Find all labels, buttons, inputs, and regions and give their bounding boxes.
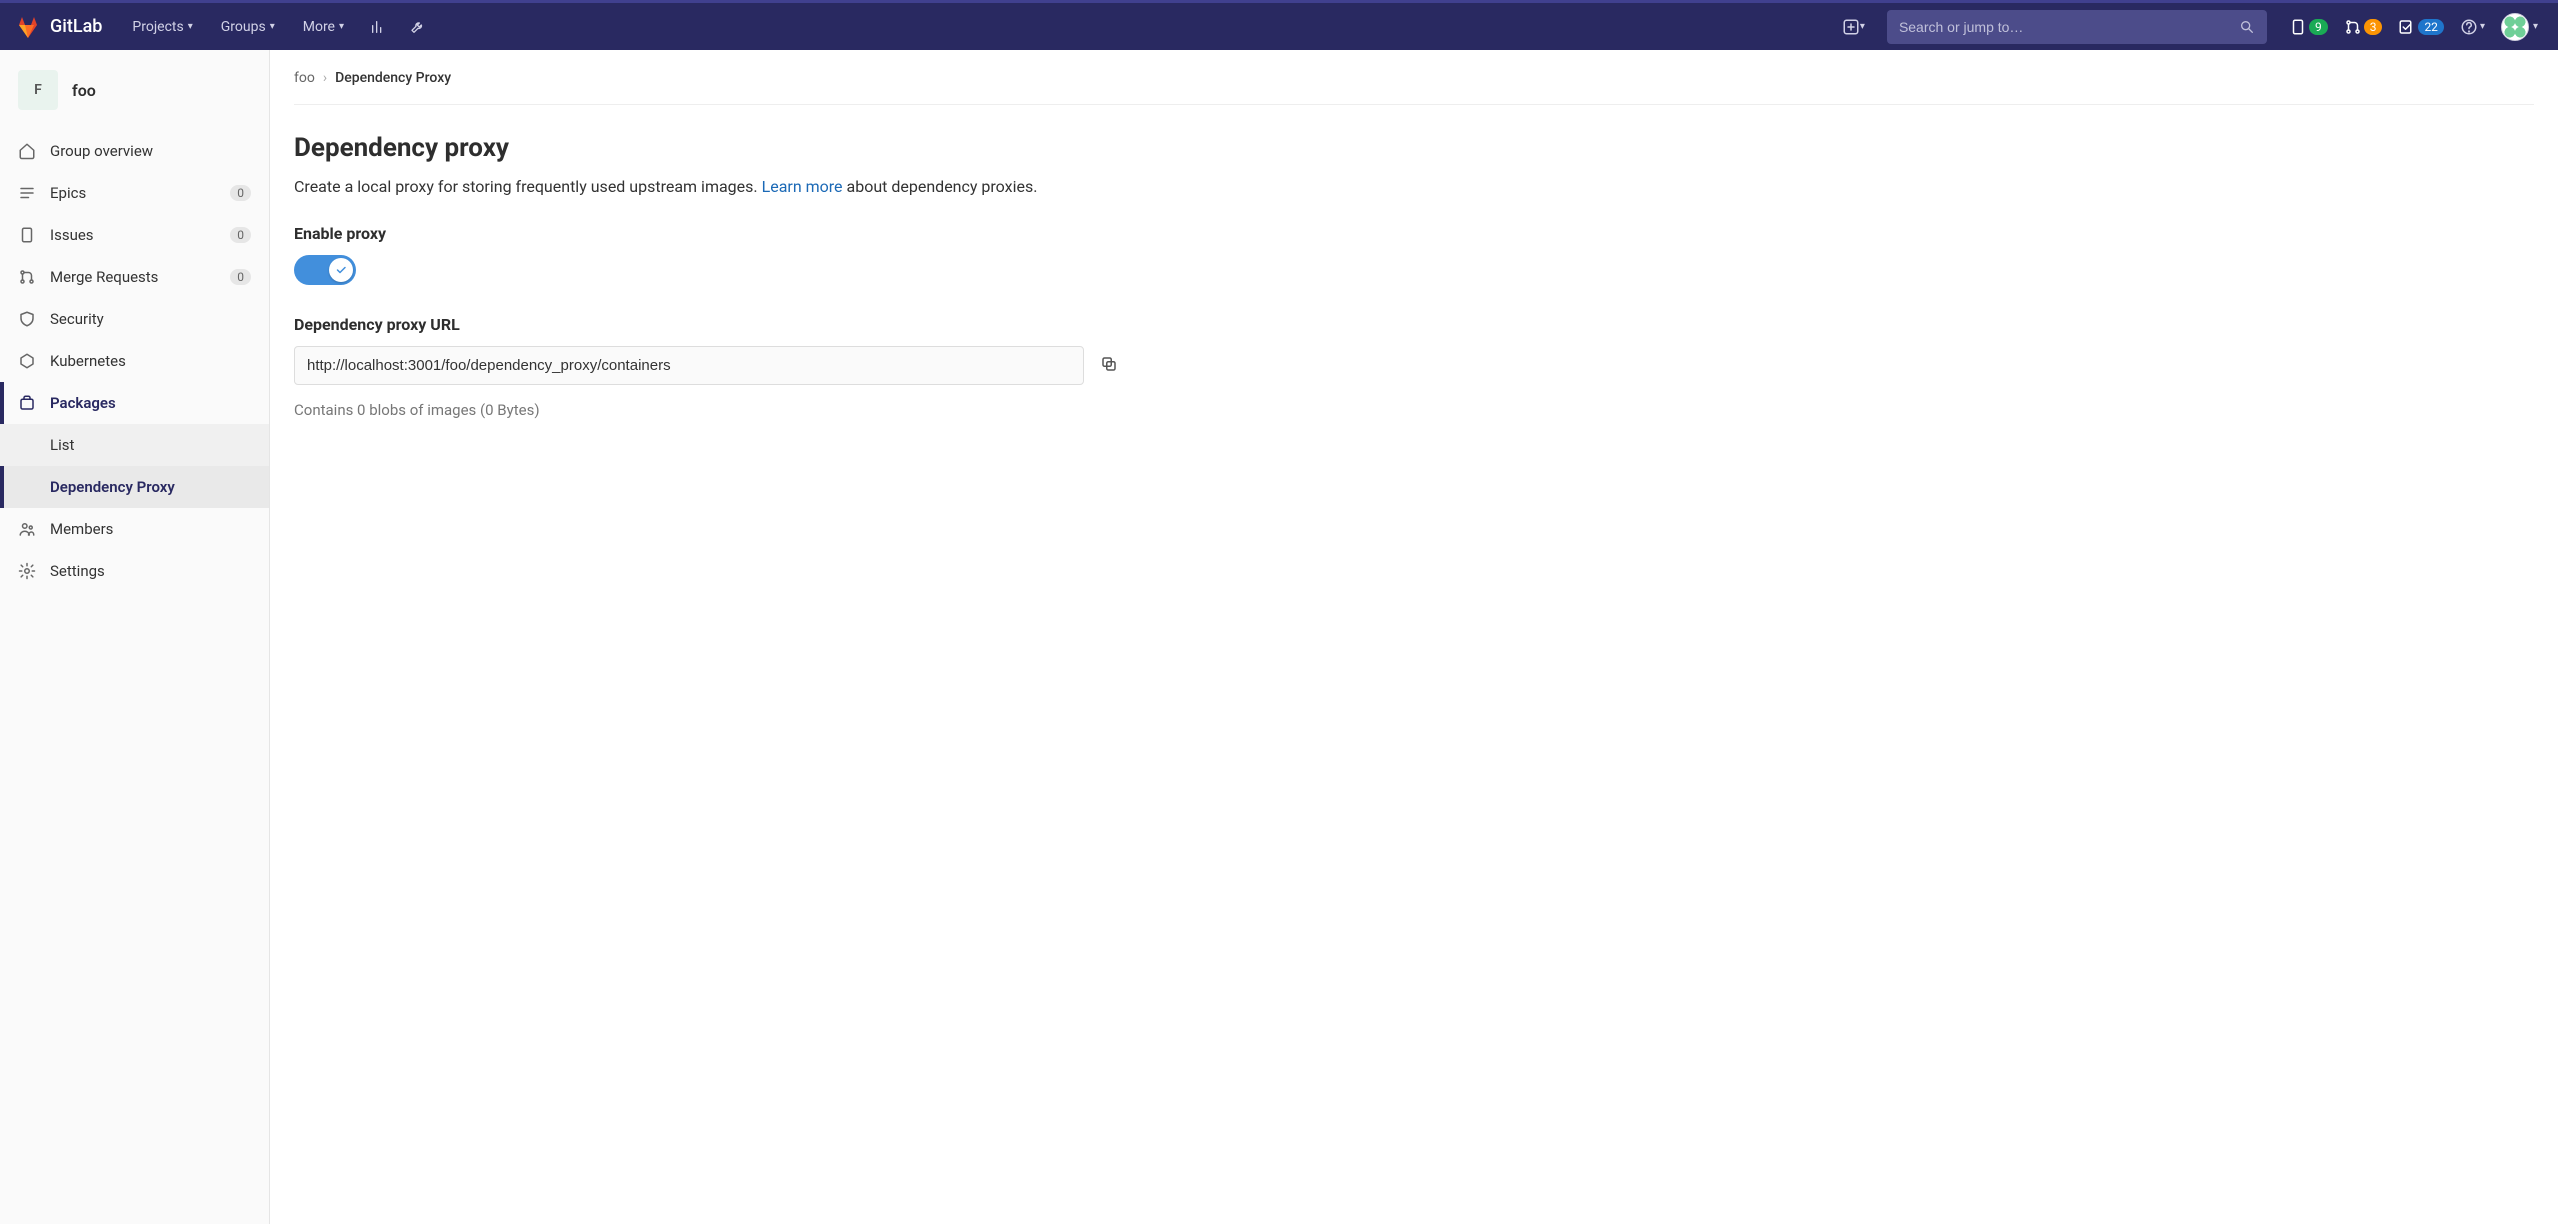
main-content: foo › Dependency Proxy Dependency proxy … [270, 50, 2558, 1224]
chevron-down-icon: ▾ [270, 21, 275, 32]
package-icon [18, 394, 36, 412]
epic-icon [18, 184, 36, 202]
page-title: Dependency proxy [294, 133, 2534, 163]
sidebar-item-count: 0 [230, 269, 251, 285]
nav-groups-label: Groups [221, 19, 266, 35]
page-layout: F foo Group overview Epics 0 Issues 0 Me… [0, 50, 2558, 1224]
sidebar-context[interactable]: F foo [0, 60, 269, 130]
sidebar-item-label: Epics [50, 184, 216, 202]
sidebar-item-label: Packages [50, 394, 251, 412]
breadcrumb-root[interactable]: foo [294, 70, 315, 86]
help-dropdown[interactable]: ▾ [2456, 14, 2489, 40]
page-lead: Create a local proxy for storing frequen… [294, 177, 2534, 196]
global-search[interactable] [1887, 10, 2267, 44]
sidebar-item-packages[interactable]: Packages [0, 382, 269, 424]
todos-counter[interactable]: 22 [2394, 14, 2448, 40]
shield-icon [18, 310, 36, 328]
enable-proxy-label: Enable proxy [294, 224, 2534, 243]
sidebar: F foo Group overview Epics 0 Issues 0 Me… [0, 50, 270, 1224]
nav-more[interactable]: More ▾ [293, 13, 354, 41]
sidebar-item-label: Settings [50, 562, 251, 580]
sidebar-item-label: Group overview [50, 142, 251, 160]
sidebar-sub-list[interactable]: List [0, 424, 269, 466]
nav-groups[interactable]: Groups ▾ [211, 13, 285, 41]
chevron-down-icon: ▾ [1860, 21, 1865, 32]
breadcrumb-separator: › [323, 70, 327, 86]
gear-icon [18, 562, 36, 580]
breadcrumb-current: Dependency Proxy [335, 70, 451, 86]
sidebar-item-kubernetes[interactable]: Kubernetes [0, 340, 269, 382]
enable-proxy-toggle[interactable] [294, 255, 356, 285]
issues-badge: 9 [2309, 19, 2328, 35]
nav-admin[interactable] [402, 13, 434, 41]
brand-text: GitLab [50, 16, 102, 37]
issue-icon [18, 226, 36, 244]
sidebar-item-members[interactable]: Members [0, 508, 269, 550]
sidebar-item-count: 0 [230, 185, 251, 201]
group-name: foo [72, 81, 96, 100]
copy-icon [1100, 355, 1118, 373]
group-avatar: F [18, 70, 58, 110]
proxy-url-row [294, 346, 2534, 385]
copy-url-button[interactable] [1096, 351, 1122, 380]
check-icon [335, 264, 347, 276]
help-icon [2460, 18, 2478, 36]
issues-counter[interactable]: 9 [2285, 14, 2332, 40]
sidebar-item-label: Merge Requests [50, 268, 216, 286]
chevron-down-icon: ▾ [188, 21, 193, 32]
home-icon [18, 142, 36, 160]
wrench-icon [410, 19, 426, 35]
user-menu[interactable]: ▾ [2497, 9, 2542, 45]
sidebar-item-label: Issues [50, 226, 216, 244]
chevron-down-icon: ▾ [339, 21, 344, 32]
nav-analytics[interactable] [362, 13, 394, 41]
todos-badge: 22 [2418, 19, 2444, 35]
sidebar-sub-dependency-proxy[interactable]: Dependency Proxy [0, 466, 269, 508]
issues-icon [2289, 18, 2307, 36]
chart-icon [370, 19, 386, 35]
sidebar-item-epics[interactable]: Epics 0 [0, 172, 269, 214]
sidebar-item-issues[interactable]: Issues 0 [0, 214, 269, 256]
sidebar-item-merge-requests[interactable]: Merge Requests 0 [0, 256, 269, 298]
todo-icon [2398, 18, 2416, 36]
breadcrumb: foo › Dependency Proxy [294, 70, 2534, 105]
sidebar-packages-submenu: List Dependency Proxy [0, 424, 269, 508]
learn-more-link[interactable]: Learn more [762, 177, 843, 196]
lead-text-post: about dependency proxies. [843, 177, 1038, 196]
sidebar-item-label: Kubernetes [50, 352, 251, 370]
chevron-down-icon: ▾ [2533, 21, 2538, 32]
sidebar-item-settings[interactable]: Settings [0, 550, 269, 592]
nav-more-label: More [303, 19, 335, 35]
blob-info: Contains 0 blobs of images (0 Bytes) [294, 401, 2534, 419]
proxy-url-input[interactable] [294, 346, 1084, 385]
search-icon [2239, 19, 2255, 35]
navbar-left: GitLab Projects ▾ Groups ▾ More ▾ [16, 13, 434, 41]
gitlab-logo-icon [16, 15, 40, 39]
nav-projects[interactable]: Projects ▾ [122, 13, 202, 41]
top-navbar: GitLab Projects▾ Groups▾ More▾ ▾ 9 3 22 … [0, 0, 2558, 50]
mr-badge: 3 [2364, 19, 2383, 35]
merge-requests-counter[interactable]: 3 [2340, 14, 2387, 40]
nav-projects-label: Projects [132, 19, 183, 35]
plus-square-icon [1842, 18, 1860, 36]
sidebar-item-overview[interactable]: Group overview [0, 130, 269, 172]
chevron-down-icon: ▾ [2480, 21, 2485, 32]
kubernetes-icon [18, 352, 36, 370]
merge-request-icon [2344, 18, 2362, 36]
proxy-url-label: Dependency proxy URL [294, 315, 2534, 334]
search-input[interactable] [1899, 19, 2239, 35]
sidebar-item-label: Security [50, 310, 251, 328]
sidebar-item-count: 0 [230, 227, 251, 243]
merge-request-icon [18, 268, 36, 286]
sidebar-item-label: Members [50, 520, 251, 538]
members-icon [18, 520, 36, 538]
avatar-image [2501, 13, 2529, 41]
brand[interactable]: GitLab [16, 15, 114, 39]
lead-text-pre: Create a local proxy for storing frequen… [294, 177, 762, 196]
toggle-knob [329, 258, 353, 282]
create-new-dropdown[interactable]: ▾ [1838, 12, 1869, 42]
sidebar-item-security[interactable]: Security [0, 298, 269, 340]
